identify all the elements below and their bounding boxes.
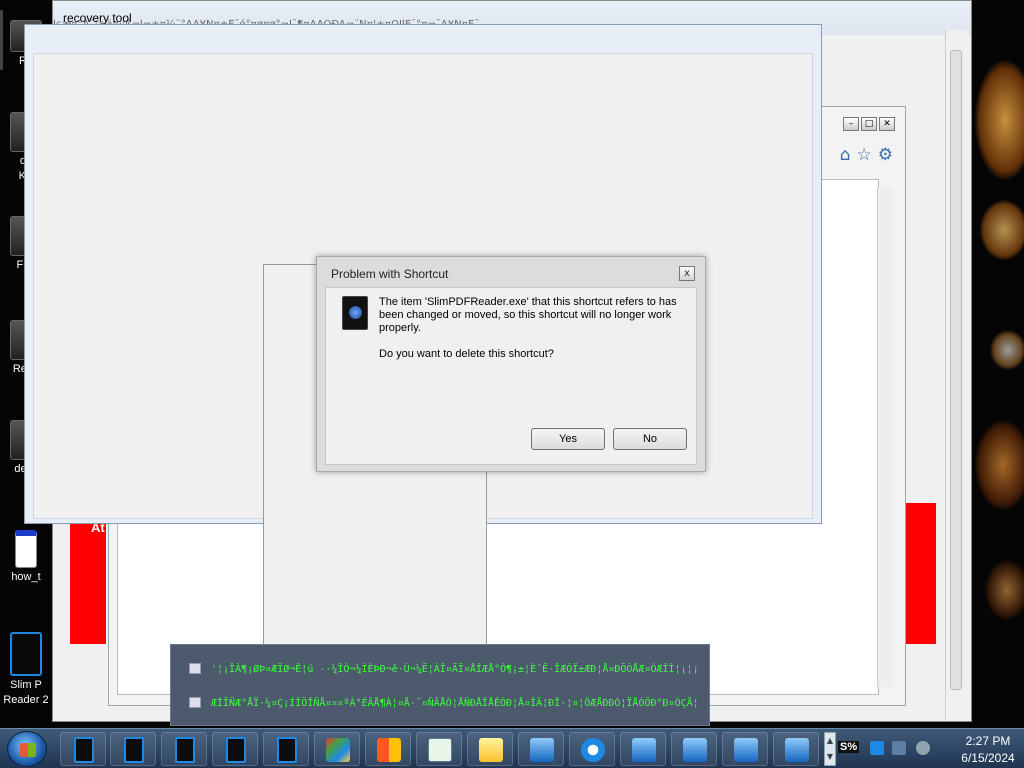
notification-panel[interactable]: '¦¡ÎÀ¶¡ØÞ¤ÆÏØ¬Ê¦ú -·¼ÎÒ¬¼ÍÈÞÐ¬ê·Ú¬¼Ë¦ÁÎ¤… bbox=[170, 644, 710, 726]
bokeh-light bbox=[985, 560, 1024, 620]
tray-text: S% bbox=[838, 741, 860, 753]
window-icon bbox=[189, 697, 201, 708]
taskbar-item-internet-explorer[interactable] bbox=[569, 732, 615, 766]
volume-icon[interactable] bbox=[916, 741, 930, 755]
notification-line[interactable]: ÆÌÏÑÆ°ÅÏ·¼¤Ç¡ÍÎÖÎÑÅ¤¤¤ºÀ°ÉÄÅ¶À¦¤Å·¯¤ÑÃÅÓ… bbox=[189, 697, 701, 713]
bokeh-light bbox=[980, 200, 1024, 260]
taskbar-item-explorer[interactable] bbox=[467, 732, 513, 766]
dialog-question: Do you want to delete this shortcut? bbox=[379, 348, 554, 360]
slim-pdf-reader-icon bbox=[342, 296, 368, 330]
taskbar-item-slim-pdf-3[interactable] bbox=[161, 732, 207, 766]
maximize-icon[interactable]: □ bbox=[861, 117, 877, 131]
taskbar-item-network-2[interactable] bbox=[620, 732, 666, 766]
browser-scrollbar[interactable] bbox=[877, 187, 893, 687]
taskbar-item-document[interactable] bbox=[416, 732, 462, 766]
bokeh-light bbox=[975, 420, 1024, 510]
taskbar-item-slim-pdf-4[interactable] bbox=[212, 732, 258, 766]
yes-button[interactable]: Yes bbox=[531, 428, 605, 450]
notification-text: '¦¡ÎÀ¶¡ØÞ¤ÆÏØ¬Ê¦ú -·¼ÎÒ¬¼ÍÈÞÐ¬ê·Ú¬¼Ë¦ÁÎ¤… bbox=[211, 664, 701, 675]
slim-pdf-reader-icon bbox=[277, 737, 297, 763]
document-icon bbox=[428, 738, 452, 762]
gear-icon[interactable]: ⚙ bbox=[878, 145, 893, 165]
network-tray-icon[interactable] bbox=[892, 741, 906, 755]
taskbar-item-slim-pdf-5[interactable] bbox=[263, 732, 309, 766]
notification-line[interactable]: '¦¡ÎÀ¶¡ØÞ¤ÆÏØ¬Ê¦ú -·¼ÎÒ¬¼ÍÈÞÐ¬ê·Ú¬¼Ë¦ÁÎ¤… bbox=[189, 663, 701, 679]
problem-with-shortcut-dialog[interactable]: Problem with Shortcut x The item 'SlimPD… bbox=[316, 256, 706, 472]
dialog-title: Problem with Shortcut bbox=[331, 267, 449, 281]
taskbar-item-paint[interactable] bbox=[314, 732, 360, 766]
desktop-icon-label: Reader 2 bbox=[3, 694, 49, 706]
dialog-body: The item 'SlimPDFReader.exe' that this s… bbox=[325, 287, 697, 465]
desktop-icon-slim-pdf-reader[interactable]: Slim P Reader 2 bbox=[0, 632, 52, 708]
red-banner-left: At bbox=[70, 510, 106, 644]
clock-date[interactable]: 6/15/2024 bbox=[952, 751, 1024, 765]
network-icon bbox=[530, 738, 554, 762]
office-icon bbox=[377, 738, 401, 762]
document-icon bbox=[15, 530, 37, 568]
notification-text: ÆÌÏÑÆ°ÅÏ·¼¤Ç¡ÍÎÖÎÑÅ¤¤¤ºÀ°ÉÄÅ¶À¦¤Å·¯¤ÑÃÅÓ… bbox=[211, 698, 701, 709]
bokeh-light bbox=[975, 60, 1024, 180]
desktop-icon-label: how_t bbox=[11, 571, 41, 583]
taskbar-item-network-4[interactable] bbox=[722, 732, 768, 766]
minimize-icon[interactable]: – bbox=[843, 117, 859, 131]
network-icon bbox=[734, 738, 758, 762]
close-icon[interactable]: x bbox=[679, 266, 695, 281]
slim-pdf-reader-icon bbox=[124, 737, 144, 763]
home-icon[interactable]: ⌂ bbox=[840, 145, 851, 165]
favorites-star-icon[interactable]: ☆ bbox=[857, 145, 872, 165]
notification-flag-icon[interactable] bbox=[870, 741, 884, 755]
taskbar-item-slim-pdf-2[interactable] bbox=[110, 732, 156, 766]
slim-pdf-reader-icon bbox=[175, 737, 195, 763]
desktop-icon-label: Slim P bbox=[10, 679, 42, 691]
taskbar: ▲ ▼ S% 2:27 PM 6/15/2024 bbox=[0, 728, 1024, 768]
outer-scrollbar[interactable] bbox=[945, 30, 967, 720]
slim-pdf-reader-icon bbox=[74, 737, 94, 763]
scrollbar-thumb[interactable] bbox=[950, 50, 962, 690]
no-button[interactable]: No bbox=[613, 428, 687, 450]
taskbar-scroll-arrows[interactable]: ▲ ▼ bbox=[824, 732, 836, 766]
window-icon bbox=[189, 663, 201, 674]
network-icon bbox=[683, 738, 707, 762]
close-icon[interactable]: ✕ bbox=[879, 117, 895, 131]
system-tray: S% 2:27 PM 6/15/2024 bbox=[836, 729, 1024, 768]
internet-explorer-icon bbox=[581, 738, 605, 762]
taskbar-item-office[interactable] bbox=[365, 732, 411, 766]
slim-pdf-reader-icon bbox=[226, 737, 246, 763]
taskbar-item-slim-pdf-1[interactable] bbox=[60, 732, 106, 766]
browser-toolbar: ⌂ ☆ ⚙ bbox=[840, 145, 893, 165]
taskbar-item-network-5[interactable] bbox=[773, 732, 819, 766]
window-controls: – □ ✕ bbox=[843, 117, 895, 131]
desktop-icon-how-to[interactable]: how_t bbox=[0, 530, 52, 585]
bokeh-light bbox=[990, 330, 1024, 370]
taskbar-item-network-3[interactable] bbox=[671, 732, 717, 766]
paint-icon bbox=[326, 738, 350, 762]
slim-pdf-reader-icon bbox=[10, 632, 42, 676]
network-icon bbox=[785, 738, 809, 762]
start-button[interactable] bbox=[7, 731, 47, 767]
red-banner-right bbox=[906, 503, 936, 644]
dialog-message: The item 'SlimPDFReader.exe' that this s… bbox=[379, 296, 677, 334]
taskbar-item-network-1[interactable] bbox=[518, 732, 564, 766]
folder-icon bbox=[479, 738, 503, 762]
clock-time[interactable]: 2:27 PM bbox=[952, 734, 1024, 748]
network-icon bbox=[632, 738, 656, 762]
